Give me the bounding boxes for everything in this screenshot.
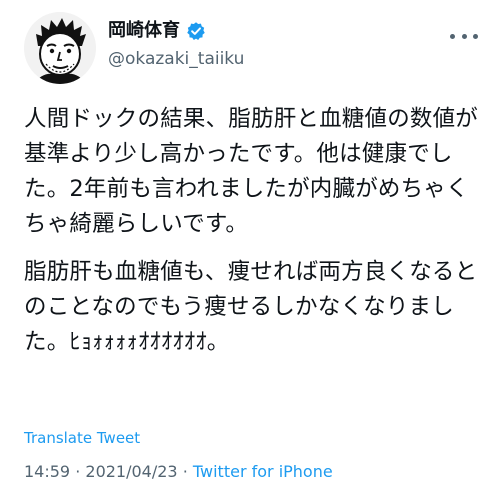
more-dot — [473, 33, 478, 39]
avatar[interactable] — [24, 12, 96, 84]
author-name-row: 岡崎体育 — [108, 20, 206, 42]
more-dot — [450, 33, 455, 39]
meta-separator: · — [182, 462, 188, 481]
author-display-name[interactable]: 岡崎体育 — [108, 20, 180, 42]
meta-separator: · — [75, 462, 81, 481]
translate-tweet-link[interactable]: Translate Tweet — [24, 428, 140, 448]
author-handle[interactable]: @okazaki_taiiku — [108, 48, 244, 70]
more-options-icon[interactable] — [450, 26, 478, 46]
verified-badge-icon — [186, 21, 206, 41]
tweet-paragraph-1: 人間ドックの結果、脂肪肝と血糖値の数値が基準より少し高かったです。他は健康でした… — [24, 106, 479, 237]
tweet-source-link[interactable]: Twitter for iPhone — [193, 462, 333, 481]
tweet-text: 人間ドックの結果、脂肪肝と血糖値の数値が基準より少し高かったです。他は健康でした… — [24, 102, 479, 360]
more-dot — [461, 33, 467, 39]
tweet-time[interactable]: 14:59 — [24, 462, 70, 481]
tweet: 岡崎体育 @okazaki_taiiku 人間ドックの結果、脂肪肝と血糖値の数値… — [0, 0, 500, 493]
cartoon-portrait-avatar-icon — [24, 12, 96, 84]
tweet-meta: 14:59 · 2021/04/23 · Twitter for iPhone — [24, 461, 333, 483]
tweet-date[interactable]: 2021/04/23 — [85, 462, 177, 481]
tweet-paragraph-2: 脂肪肝も血糖値も、痩せれば両方良くなるとのことなのでもう痩せるしかなくなりました… — [24, 259, 478, 355]
